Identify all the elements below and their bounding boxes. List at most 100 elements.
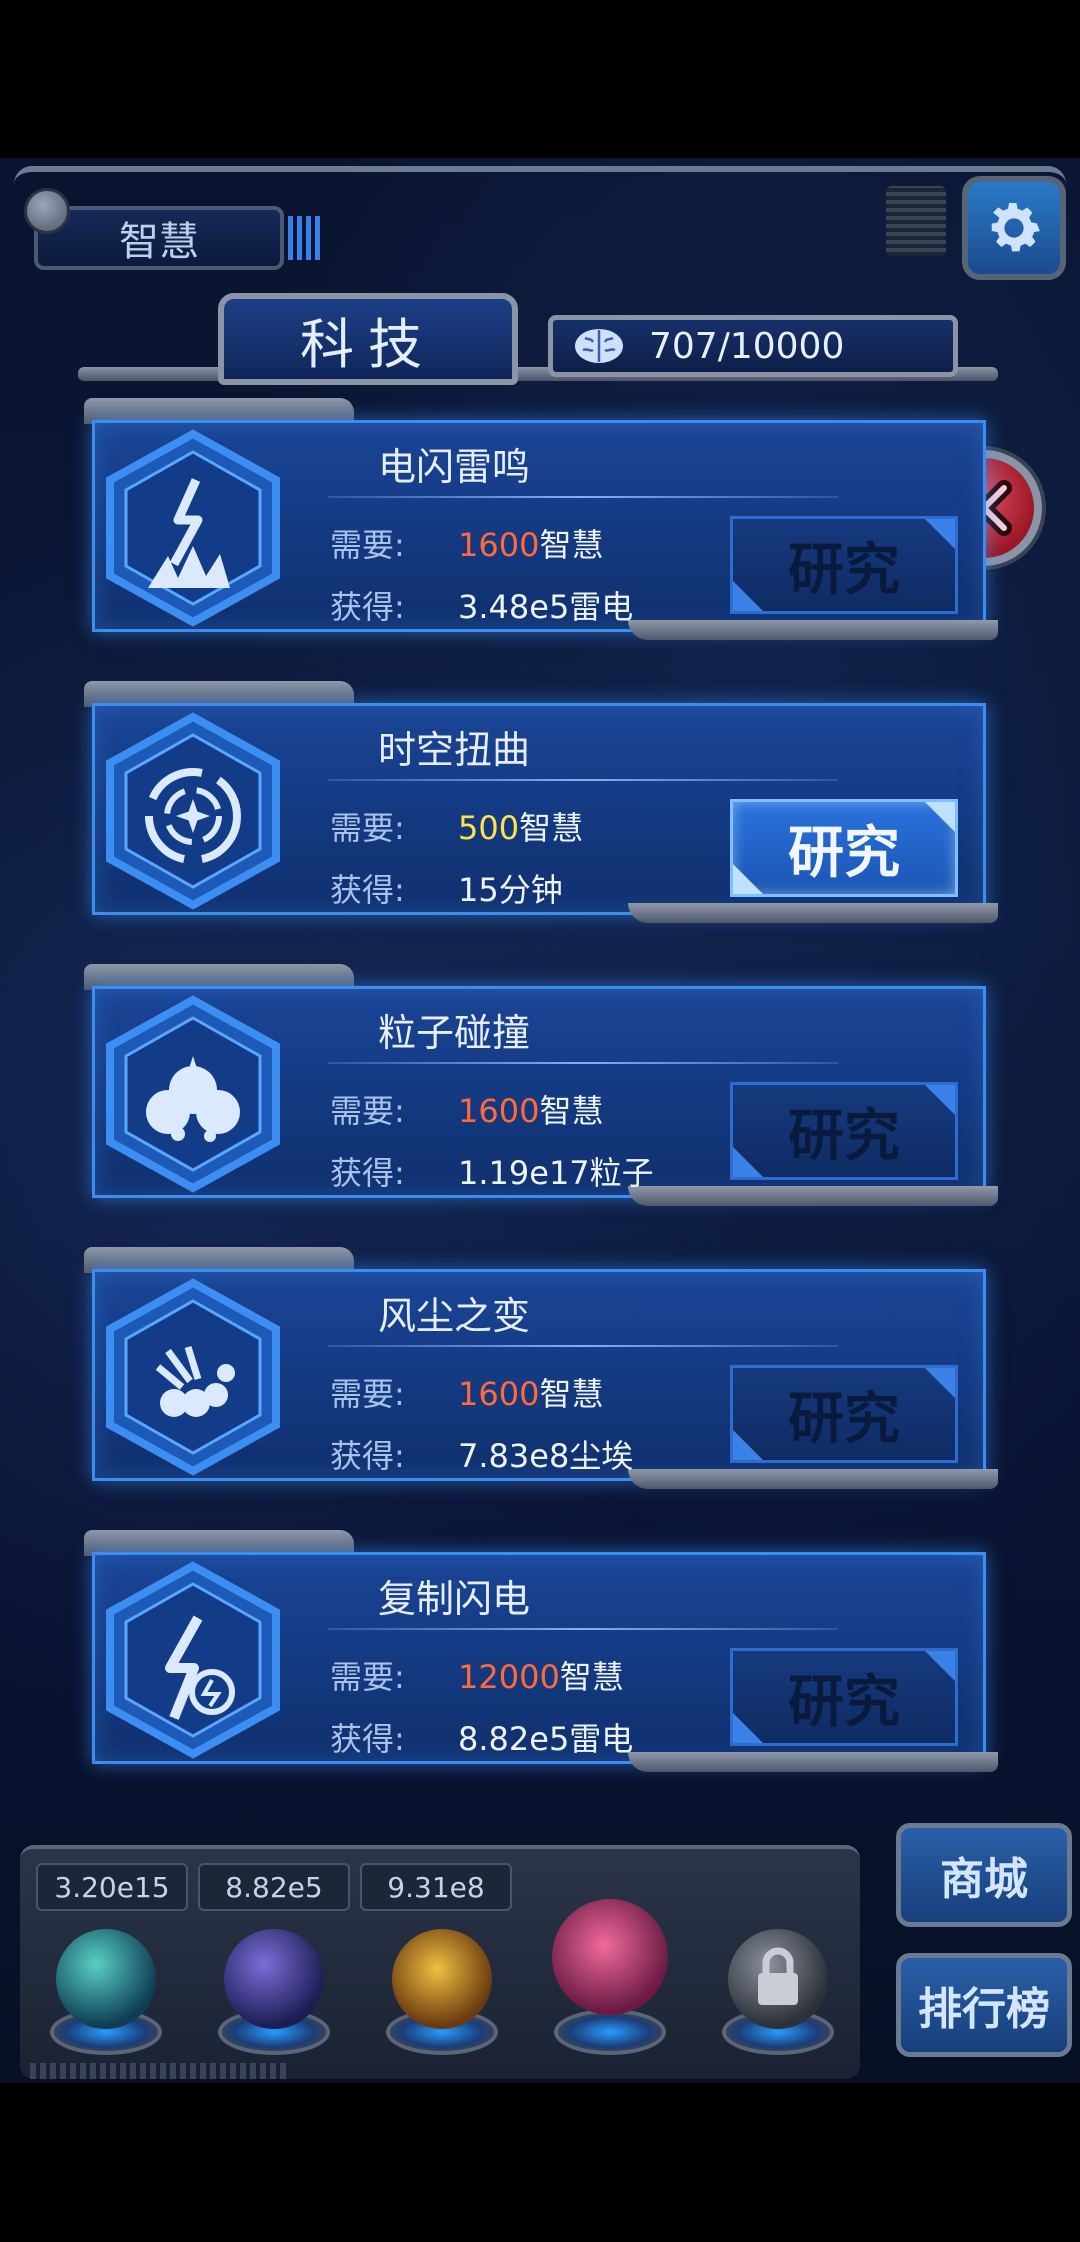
gain-row: 获得: 15分钟	[330, 865, 563, 911]
dust-orb-icon	[392, 1929, 492, 2029]
title-divider	[328, 1345, 838, 1347]
stripes-decoration	[288, 216, 322, 260]
need-label: 需要:	[330, 526, 405, 564]
lock-icon	[758, 1947, 798, 2005]
research-button[interactable]: 研究	[730, 1365, 958, 1463]
corner-decoration	[733, 1713, 763, 1743]
tech-card: 粒子碰撞 需要: 1600智慧 获得: 1.19e17粒子 研究	[78, 964, 998, 1214]
lightning-burst-icon	[106, 429, 280, 627]
bottom-grille	[30, 2063, 290, 2079]
corner-decoration	[925, 1368, 955, 1398]
research-button[interactable]: 研究	[730, 516, 958, 614]
shop-button-label: 商城	[940, 1854, 1028, 1905]
need-label: 需要:	[330, 1658, 405, 1696]
card-foot	[628, 620, 998, 640]
game-screen: 智慧 科技 707/10000 电闪雷鸣 需要: 1600智慧 获得: 3.48…	[0, 158, 1080, 2083]
resource-label-lightning: 8.82e5	[198, 1863, 350, 1911]
tech-title: 电闪雷鸣	[378, 445, 531, 489]
card-foot	[628, 1752, 998, 1772]
orb-row	[46, 1899, 838, 2069]
research-button-label: 研究	[788, 1669, 900, 1735]
top-bar: 智慧	[14, 166, 1066, 286]
title-divider	[328, 779, 838, 781]
need-value: 1600智慧	[458, 1369, 603, 1415]
gain-label: 获得:	[330, 1720, 405, 1758]
particle-orb[interactable]	[46, 1929, 166, 2069]
corner-decoration	[925, 802, 955, 832]
gain-value: 1.19e17粒子	[458, 1154, 654, 1192]
wisdom-count: 707/10000	[649, 325, 845, 367]
need-amount: 1600	[458, 526, 540, 564]
resource-label-dust: 9.31e8	[360, 1863, 512, 1911]
research-button[interactable]: 研究	[730, 1648, 958, 1746]
title-divider	[328, 1628, 838, 1630]
tech-title: 粒子碰撞	[378, 1011, 531, 1055]
corner-decoration	[733, 1430, 763, 1460]
need-label: 需要:	[330, 809, 405, 847]
vent-grill	[886, 186, 946, 256]
gain-value: 15分钟	[458, 871, 563, 909]
need-unit: 智慧	[539, 1092, 604, 1130]
leaderboard-button[interactable]: 排行榜	[896, 1953, 1072, 2057]
resource-labels: 3.20e15 8.82e5 9.31e8	[36, 1863, 512, 1911]
screw-icon	[24, 188, 70, 234]
corner-decoration	[733, 1147, 763, 1177]
need-row: 需要: 1600智慧	[330, 520, 603, 566]
gain-value: 3.48e5雷电	[458, 588, 634, 626]
wisdom-orb[interactable]	[550, 1899, 670, 2069]
settings-button[interactable]	[962, 176, 1066, 280]
corner-decoration	[925, 1085, 955, 1115]
corner-decoration	[925, 1651, 955, 1681]
gain-label: 获得:	[330, 1437, 405, 1475]
locked-orb-icon	[728, 1929, 828, 2029]
lightning-orb-icon	[224, 1929, 324, 2029]
tech-title: 时空扭曲	[378, 728, 531, 772]
wisdom-tab[interactable]: 智慧	[24, 188, 322, 270]
wisdom-tab-label: 智慧	[119, 219, 199, 265]
research-button[interactable]: 研究	[730, 1082, 958, 1180]
panel-header: 科技 707/10000	[78, 293, 998, 403]
gain-label: 获得:	[330, 871, 405, 909]
need-value: 1600智慧	[458, 520, 603, 566]
brain-icon	[575, 329, 623, 363]
resource-label-particle: 3.20e15	[36, 1863, 188, 1911]
gain-row: 获得: 7.83e8尘埃	[330, 1431, 633, 1477]
dust-orb[interactable]	[382, 1929, 502, 2069]
card-foot	[628, 903, 998, 923]
need-amount: 12000	[458, 1658, 560, 1696]
need-value: 1600智慧	[458, 1086, 603, 1132]
title-divider	[328, 1062, 838, 1064]
wisdom-orb-icon	[552, 1899, 668, 2015]
need-amount: 500	[458, 809, 520, 847]
need-label: 需要:	[330, 1092, 405, 1130]
shop-button[interactable]: 商城	[896, 1823, 1072, 1927]
lightning-orb[interactable]	[214, 1929, 334, 2069]
gear-icon	[991, 202, 1040, 252]
locked-orb[interactable]	[718, 1929, 838, 2069]
need-row: 需要: 500智慧	[330, 803, 583, 849]
title-divider	[328, 496, 838, 498]
orb-pedestal	[554, 2009, 666, 2055]
need-row: 需要: 1600智慧	[330, 1369, 603, 1415]
gain-value: 7.83e8尘埃	[458, 1437, 634, 1475]
corner-decoration	[733, 581, 763, 611]
research-button[interactable]: 研究	[730, 799, 958, 897]
gain-row: 获得: 3.48e5雷电	[330, 582, 633, 628]
vortex-icon	[106, 712, 280, 910]
panel-title: 科技	[300, 312, 436, 376]
research-button-label: 研究	[788, 820, 900, 886]
tech-card: 复制闪电 需要: 12000智慧 获得: 8.82e5雷电 研究	[78, 1530, 998, 1780]
gain-value: 8.82e5雷电	[458, 1720, 634, 1758]
research-button-label: 研究	[788, 537, 900, 603]
gain-label: 获得:	[330, 1154, 405, 1192]
particle-orb-icon	[56, 1929, 156, 2029]
card-foot	[628, 1469, 998, 1489]
research-button-label: 研究	[788, 1386, 900, 1452]
tech-title: 复制闪电	[378, 1577, 531, 1621]
gain-label: 获得:	[330, 588, 405, 626]
resource-bar: 3.20e15 8.82e5 9.31e8 商城 排行榜	[0, 1823, 1080, 2083]
need-row: 需要: 1600智慧	[330, 1086, 603, 1132]
gain-row: 获得: 8.82e5雷电	[330, 1714, 633, 1760]
dust-explosion-icon	[106, 1278, 280, 1476]
need-value: 500智慧	[458, 803, 583, 849]
